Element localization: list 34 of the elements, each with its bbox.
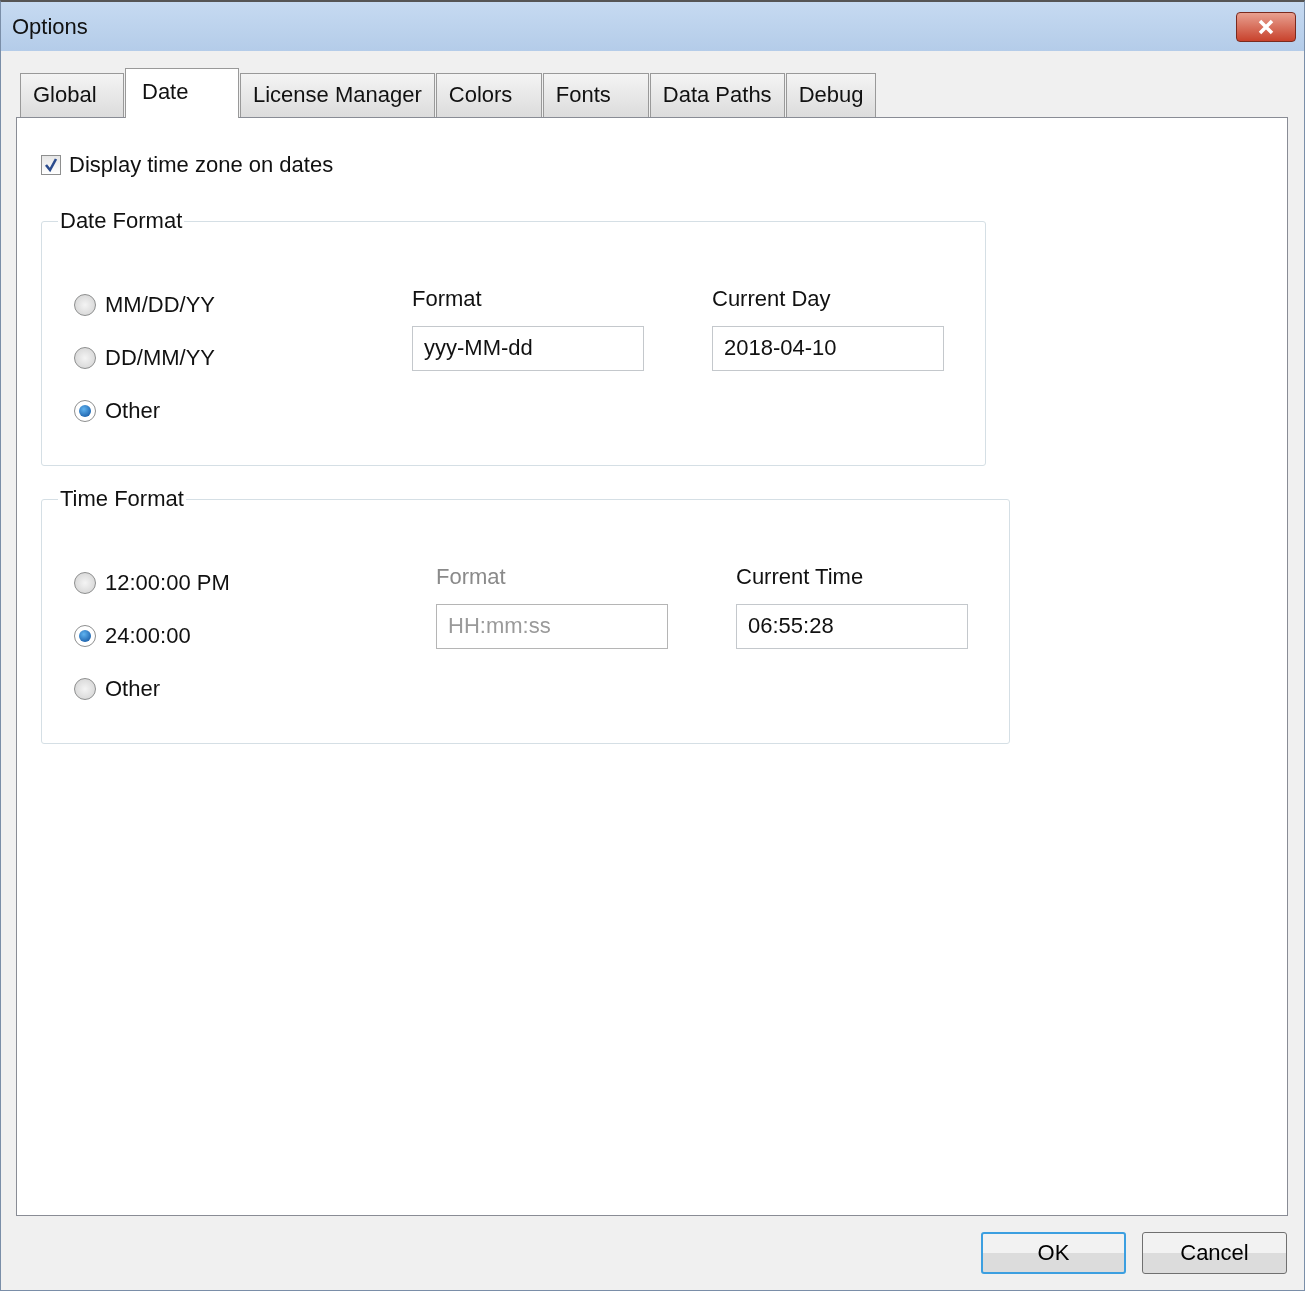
close-button[interactable] (1236, 11, 1296, 42)
input-field[interactable]: 06:55:28 (736, 604, 968, 649)
group-title: Time Format (59, 486, 185, 512)
radio-button[interactable] (74, 400, 96, 422)
tab[interactable]: Date (125, 68, 239, 118)
tab[interactable]: Global (20, 73, 124, 117)
radio-button[interactable] (74, 625, 96, 647)
input-field[interactable]: 2018-04-10 (712, 326, 944, 371)
radio-label: Other (105, 398, 161, 424)
radio-label: Other (105, 676, 161, 702)
radio-label: MM/DD/YY (105, 292, 215, 318)
window-title: Options (12, 13, 88, 40)
group-title: Date Format (59, 208, 184, 234)
tab[interactable]: Colors (435, 73, 542, 117)
dialog-button[interactable]: Cancel (1142, 1232, 1287, 1274)
input-field[interactable]: yyy-MM-dd (412, 326, 644, 371)
tab[interactable]: Fonts (542, 73, 649, 117)
field-label: Current Time (736, 564, 865, 590)
radio-button[interactable] (74, 294, 96, 316)
radio-button[interactable] (74, 678, 96, 700)
radio-label: 24:00:00 (105, 623, 191, 649)
dialog-button[interactable]: OK (981, 1232, 1126, 1274)
field-label: Format (436, 564, 507, 590)
tab[interactable]: License Manager (240, 73, 435, 117)
radio-label: 12:00:00 PM (105, 570, 230, 596)
field-label: Format (412, 286, 483, 312)
field-label: Current Day (712, 286, 832, 312)
checkbox-label: Display time zone on dates (69, 152, 334, 178)
radio-label: DD/MM/YY (105, 345, 215, 371)
tab[interactable]: Debug (785, 73, 877, 117)
radio-button[interactable] (74, 572, 96, 594)
radio-button[interactable] (74, 347, 96, 369)
checkbox[interactable] (41, 155, 61, 175)
tab[interactable]: Data Paths (649, 73, 785, 117)
